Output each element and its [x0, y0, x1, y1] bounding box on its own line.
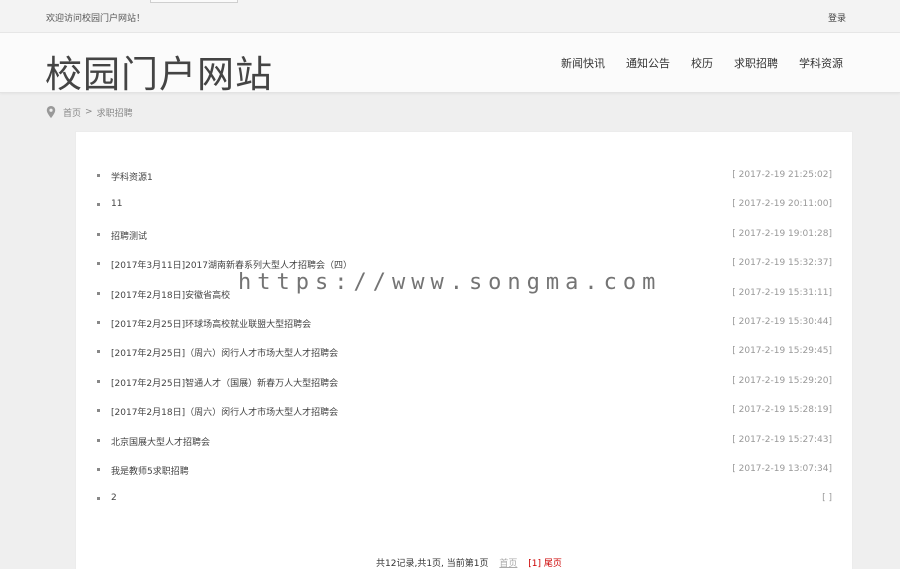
- list-item-title[interactable]: [2017年2月18日]（周六）闵行人才市场大型人才招聘会: [111, 405, 338, 418]
- list-item-title[interactable]: [2017年2月25日]智通人才（国展）新春万人大型招聘会: [111, 376, 338, 389]
- list-item: [2017年2月25日]（周六）闵行人才市场大型人才招聘会 [ 2017-2-19…: [76, 346, 854, 375]
- site-header: 校园门户网站 新闻快讯 通知公告 校历 求职招聘 学科资源: [0, 33, 900, 96]
- main-nav: 新闻快讯 通知公告 校历 求职招聘 学科资源: [540, 55, 843, 71]
- list-item-title[interactable]: 2: [111, 493, 117, 503]
- list-item: 北京国展大型人才招聘会 [ 2017-2-19 15:27:43]: [76, 435, 854, 464]
- list-item-date: [ 2017-2-19 20:11:00]: [732, 199, 832, 210]
- bullet-icon: [97, 320, 100, 324]
- bullet-icon: [97, 379, 100, 383]
- bullet-icon: [97, 174, 100, 177]
- nav-calendar[interactable]: 校历: [691, 55, 713, 71]
- list-item-title[interactable]: 北京国展大型人才招聘会: [111, 435, 210, 448]
- list-item: 我是教师5求职招聘 [ 2017-2-19 13:07:34]: [76, 464, 854, 493]
- list-item-date: [ 2017-2-19 15:32:37]: [732, 258, 832, 269]
- bullet-icon: [97, 350, 100, 354]
- login-link[interactable]: 登录: [828, 11, 846, 24]
- list-item-date: [ 2017-2-19 15:29:45]: [732, 346, 832, 357]
- bullet-icon: [97, 232, 100, 236]
- list-item-date: [ 2017-2-19 15:28:19]: [732, 405, 832, 416]
- bullet-icon: [97, 467, 100, 471]
- bullet-icon: [97, 497, 100, 501]
- list-item-date: [ 2017-2-19 15:31:11]: [732, 287, 832, 298]
- top-bar: 欢迎访问校园门户网站！ 登录: [0, 0, 900, 33]
- browser-tab-stub: [150, 0, 238, 3]
- list-item: 招聘测试 [ 2017-2-19 19:01:28]: [76, 229, 854, 258]
- list-item: [2017年2月25日]环球场高校就业联盟大型招聘会 [ 2017-2-19 15…: [76, 317, 854, 346]
- nav-notices[interactable]: 通知公告: [626, 55, 670, 71]
- bullet-icon: [97, 409, 100, 413]
- list-item-date: [ 2017-2-19 13:07:34]: [732, 463, 832, 474]
- pagination: 共12记录,共1页, 当前第1页 首页 [1] 尾页: [376, 556, 562, 569]
- breadcrumb-current: 求职招聘: [96, 108, 133, 119]
- list-item-date: [ ]: [822, 493, 832, 504]
- bullet-icon: [97, 203, 100, 207]
- bullet-icon: [97, 262, 100, 266]
- nav-resources[interactable]: 学科资源: [799, 55, 843, 71]
- last-page-link[interactable]: [1] 尾页: [528, 559, 562, 569]
- nav-jobs[interactable]: 求职招聘: [734, 55, 778, 71]
- list-item-title[interactable]: [2017年2月25日]环球场高校就业联盟大型招聘会: [111, 317, 311, 330]
- list-item-date: [ 2017-2-19 15:30:44]: [732, 316, 832, 327]
- list-item: [2017年3月11日]2017湖南新春系列大型人才招聘会（四） [ 2017-2…: [76, 258, 854, 287]
- nav-news[interactable]: 新闻快讯: [561, 55, 605, 71]
- list-item-title[interactable]: [2017年2月18日]安徽省高校: [111, 288, 230, 301]
- list-item-title[interactable]: [2017年3月11日]2017湖南新春系列大型人才招聘会（四）: [111, 258, 352, 271]
- list-item-title[interactable]: 我是教师5求职招聘: [111, 464, 189, 477]
- article-list: 学科资源1 [ 2017-2-19 21:25:02] 11 [ 2017-2-19…: [76, 170, 854, 523]
- breadcrumb-home[interactable]: 首页: [63, 106, 81, 119]
- list-item: 学科资源1 [ 2017-2-19 21:25:02]: [76, 170, 854, 199]
- bullet-icon: [97, 291, 100, 295]
- site-logo[interactable]: 校园门户网站: [45, 53, 273, 97]
- list-item-title[interactable]: [2017年2月25日]（周六）闵行人才市场大型人才招聘会: [111, 346, 338, 359]
- list-item: [2017年2月18日]（周六）闵行人才市场大型人才招聘会 [ 2017-2-19…: [76, 405, 854, 434]
- list-item-title[interactable]: 学科资源1: [111, 170, 153, 183]
- pagination-summary: 共12记录,共1页, 当前第1页: [376, 559, 489, 569]
- breadcrumb: 首页 > 求职招聘: [46, 105, 133, 119]
- list-item-title[interactable]: 招聘测试: [111, 229, 147, 242]
- first-page-link[interactable]: 首页: [499, 559, 517, 569]
- bullet-icon: [97, 438, 100, 442]
- content-panel: 学科资源1 [ 2017-2-19 21:25:02] 11 [ 2017-2-19…: [75, 131, 853, 569]
- list-item: 2 [ ]: [76, 493, 854, 522]
- list-item: [2017年2月25日]智通人才（国展）新春万人大型招聘会 [ 2017-2-19…: [76, 376, 854, 405]
- list-item-date: [ 2017-2-19 19:01:28]: [732, 228, 832, 239]
- list-item-date: [ 2017-2-19 15:29:20]: [732, 375, 832, 386]
- list-item: 11 [ 2017-2-19 20:11:00]: [76, 199, 854, 228]
- list-item-date: [ 2017-2-19 15:27:43]: [732, 434, 832, 445]
- list-item-date: [ 2017-2-19 21:25:02]: [732, 170, 832, 180]
- list-item-title[interactable]: 11: [111, 199, 122, 209]
- welcome-text: 欢迎访问校园门户网站！: [46, 14, 146, 24]
- list-item: [2017年2月18日]安徽省高校 [ 2017-2-19 15:31:11]: [76, 288, 854, 317]
- map-pin-icon: [46, 106, 56, 118]
- breadcrumb-separator: >: [85, 107, 93, 117]
